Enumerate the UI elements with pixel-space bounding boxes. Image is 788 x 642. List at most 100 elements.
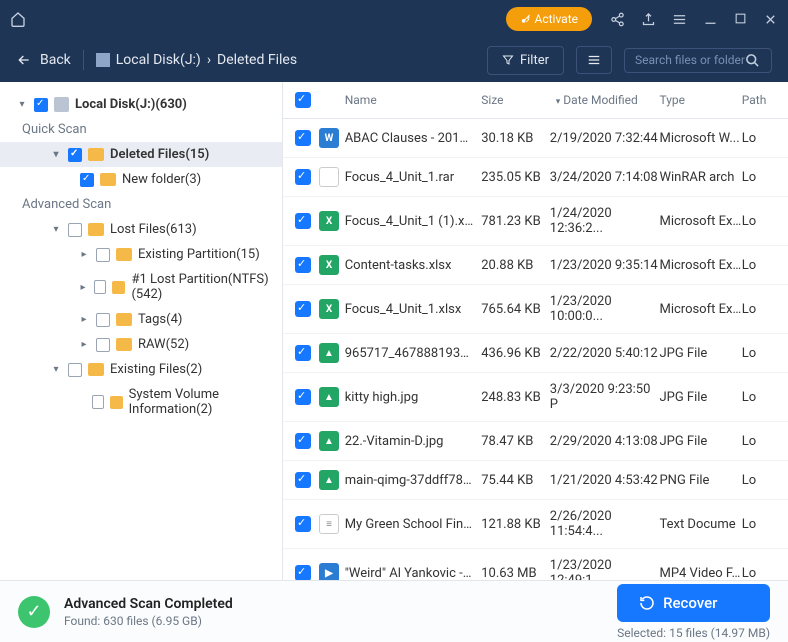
tree-existing-partition[interactable]: ▸ Existing Partition(15): [0, 242, 282, 267]
row-checkbox[interactable]: [295, 257, 311, 273]
chevron-right-icon[interactable]: ▸: [78, 249, 90, 260]
row-checkbox[interactable]: [295, 213, 311, 229]
file-name: main-qimg-37ddff787ab3e...: [345, 473, 482, 488]
col-type[interactable]: Type: [659, 93, 741, 107]
tree-svi[interactable]: System Volume Information(2): [0, 382, 282, 422]
tree-root-label: Local Disk(J:)(630): [75, 97, 187, 112]
activate-button[interactable]: Activate: [506, 7, 593, 31]
breadcrumb[interactable]: Local Disk(J:) › Deleted Files: [96, 52, 297, 68]
tree-lost-partition[interactable]: ▸ #1 Lost Partition(NTFS)(542): [0, 267, 282, 307]
row-checkbox[interactable]: [295, 472, 311, 488]
file-list: Name Size ▾ Date Modified Type Path W AB…: [283, 82, 788, 580]
col-date[interactable]: Date Modified: [563, 93, 637, 107]
table-row[interactable]: ▲ kitty high.jpg 248.83 KB 3/3/2020 9:23…: [283, 373, 788, 422]
file-date: 1/23/2020 9:35:14: [550, 258, 660, 273]
selected-info: Selected: 15 files (14.97 MB): [617, 626, 770, 640]
col-name[interactable]: Name: [345, 93, 482, 107]
maximize-icon[interactable]: [734, 12, 747, 27]
checkbox[interactable]: [34, 98, 48, 112]
checkbox[interactable]: [92, 395, 104, 409]
tree-root[interactable]: ▾ Local Disk(J:)(630): [0, 92, 282, 117]
chevron-down-icon[interactable]: ▾: [16, 99, 28, 110]
table-row[interactable]: ≡ My Green School Final Insi... 121.88 K…: [283, 500, 788, 549]
file-size: 30.18 KB: [481, 131, 550, 146]
file-type-icon: ≡: [319, 514, 339, 534]
checkbox[interactable]: [96, 248, 110, 262]
tree-tags[interactable]: ▸ Tags(4): [0, 307, 282, 332]
tree-existing-files[interactable]: ▾ Existing Files(2): [0, 357, 282, 382]
folder-icon: [88, 363, 104, 376]
check-circle-icon: ✓: [18, 596, 50, 628]
file-type-icon: X: [319, 211, 339, 231]
row-checkbox[interactable]: [295, 130, 311, 146]
checkbox[interactable]: [96, 338, 110, 352]
checkbox[interactable]: [80, 173, 94, 187]
table-row[interactable]: Focus_4_Unit_1.rar 235.05 KB 3/24/2020 7…: [283, 158, 788, 197]
row-checkbox[interactable]: [295, 433, 311, 449]
file-size: 10.63 MB: [481, 566, 550, 581]
checkbox[interactable]: [68, 363, 82, 377]
tree-new-folder[interactable]: New folder(3): [0, 167, 282, 192]
file-date: 1/21/2020 4:53:42: [550, 473, 660, 488]
row-checkbox[interactable]: [295, 301, 311, 317]
row-checkbox[interactable]: [295, 565, 311, 580]
file-type-icon: ▲: [319, 431, 339, 451]
filter-button[interactable]: Filter: [487, 46, 564, 75]
col-path[interactable]: Path: [742, 93, 776, 107]
checkbox[interactable]: [68, 148, 82, 162]
minimize-icon[interactable]: [703, 12, 718, 27]
table-row[interactable]: X Focus_4_Unit_1.xlsx 765.64 KB 1/23/202…: [283, 285, 788, 334]
table-row[interactable]: ▲ main-qimg-37ddff787ab3e... 75.44 KB 1/…: [283, 461, 788, 500]
checkbox[interactable]: [94, 280, 106, 294]
menu-icon[interactable]: [672, 12, 687, 27]
file-size: 248.83 KB: [481, 390, 550, 405]
checkbox[interactable]: [96, 313, 110, 327]
table-row[interactable]: X Focus_4_Unit_1 (1).xlsx 781.23 KB 1/24…: [283, 197, 788, 246]
chevron-down-icon[interactable]: ▾: [50, 364, 62, 375]
tree-deleted-files[interactable]: ▾ Deleted Files(15): [0, 142, 282, 167]
home-icon[interactable]: [10, 11, 26, 27]
tree-label: RAW(52): [138, 337, 189, 352]
disk-icon: [96, 53, 110, 67]
sort-arrow-icon: ▾: [556, 97, 561, 107]
crumb-folder: Deleted Files: [217, 52, 297, 68]
file-type-icon: ▲: [319, 387, 339, 407]
row-checkbox[interactable]: [295, 389, 311, 405]
row-checkbox[interactable]: [295, 516, 311, 532]
search-icon[interactable]: [745, 53, 760, 68]
export-icon[interactable]: [641, 12, 656, 27]
file-type: Microsoft Ex...: [659, 302, 741, 317]
table-row[interactable]: X Content-tasks.xlsx 20.88 KB 1/23/2020 …: [283, 246, 788, 285]
row-checkbox[interactable]: [295, 345, 311, 361]
file-type-icon: W: [319, 128, 339, 148]
search-input[interactable]: [635, 53, 745, 67]
checkbox[interactable]: [68, 223, 82, 237]
table-row[interactable]: W ABAC Clauses - 20191204... 30.18 KB 2/…: [283, 119, 788, 158]
file-date: 1/23/2020 12:49:1...: [550, 558, 660, 580]
col-size[interactable]: Size: [481, 93, 503, 107]
chevron-down-icon[interactable]: ▾: [50, 149, 62, 160]
chevron-right-icon[interactable]: ▸: [78, 282, 88, 293]
row-checkbox[interactable]: [295, 169, 311, 185]
file-size: 765.64 KB: [481, 302, 550, 317]
chevron-right-icon[interactable]: ▸: [78, 339, 90, 350]
chevron-right-icon[interactable]: ▸: [78, 314, 90, 325]
recover-button[interactable]: Recover: [617, 584, 770, 622]
chevron-down-icon[interactable]: ▾: [50, 224, 62, 235]
file-type-icon: ▲: [319, 343, 339, 363]
search-box[interactable]: [624, 48, 772, 73]
table-row[interactable]: ▶ "Weird" Al Yankovic - Amis... 10.63 MB…: [283, 549, 788, 580]
select-all-checkbox[interactable]: [295, 92, 311, 108]
close-icon[interactable]: [763, 12, 778, 27]
tree-lost-files[interactable]: ▾ Lost Files(613): [0, 217, 282, 242]
table-row[interactable]: ▲ 965717_46788819328634... 436.96 KB 2/2…: [283, 334, 788, 373]
table-row[interactable]: ▲ 22.-Vitamin-D.jpg 78.47 KB 2/29/2020 4…: [283, 422, 788, 461]
file-type-icon: ▲: [319, 470, 339, 490]
file-type: JPG File: [659, 434, 741, 449]
list-view-button[interactable]: [576, 46, 612, 74]
back-button[interactable]: Back: [16, 52, 71, 68]
file-type: Microsoft W...: [659, 131, 741, 146]
file-name: 22.-Vitamin-D.jpg: [345, 434, 482, 449]
tree-raw[interactable]: ▸ RAW(52): [0, 332, 282, 357]
share-icon[interactable]: [610, 12, 625, 27]
